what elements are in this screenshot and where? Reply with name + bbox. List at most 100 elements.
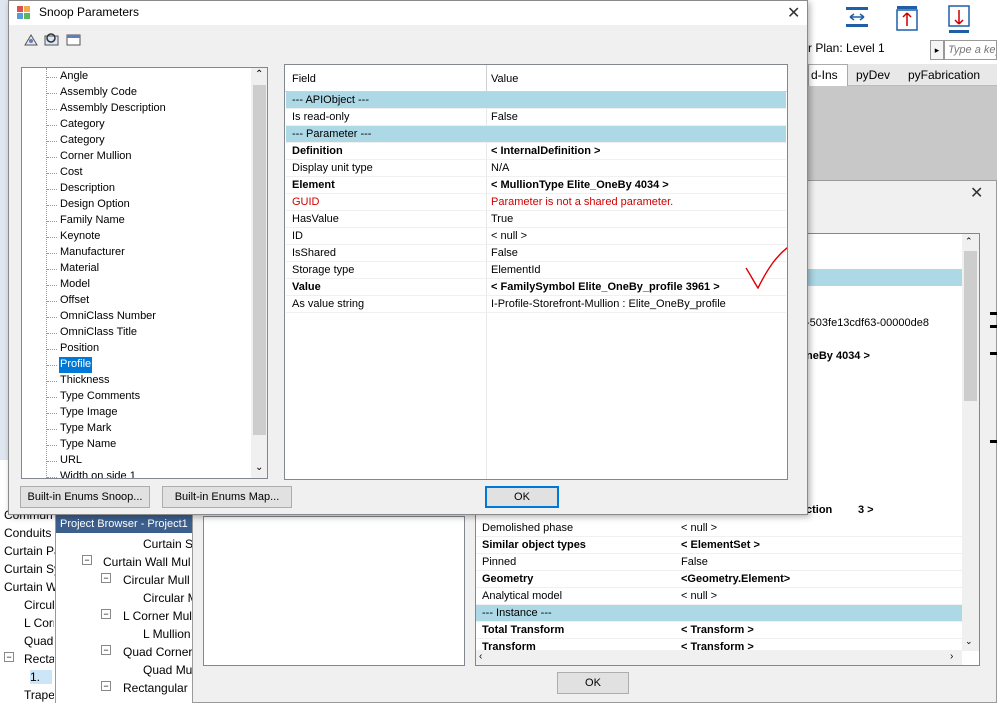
collapse-icon[interactable]: −: [101, 645, 111, 655]
param-list-item[interactable]: Position: [59, 341, 100, 357]
tab-addins[interactable]: d-Ins: [808, 64, 848, 86]
param-list-item[interactable]: Corner Mullion: [59, 149, 133, 165]
param-list-item[interactable]: Description: [59, 181, 116, 197]
snoop-view-icon[interactable]: [66, 33, 82, 47]
table-row[interactable]: Value < FamilySymbol Elite_OneBy_profile …: [286, 279, 786, 296]
param-list-item[interactable]: Angle: [59, 69, 89, 85]
table-row[interactable]: Transform < Transform >: [476, 639, 962, 651]
table-row[interactable]: Total Transform < Transform >: [476, 622, 962, 639]
table-row[interactable]: Definition < InternalDefinition >: [286, 143, 786, 160]
table-row[interactable]: --- Parameter ---: [286, 126, 786, 143]
column-divider[interactable]: [486, 65, 487, 92]
param-list-item[interactable]: Offset: [59, 293, 90, 309]
table-row[interactable]: ID < null >: [286, 228, 786, 245]
list-item[interactable]: Trapez: [24, 688, 54, 702]
column-header-field[interactable]: Field: [292, 73, 316, 85]
list-item[interactable]: Quad: [24, 634, 54, 648]
param-list-behind[interactable]: [203, 516, 465, 666]
tree-item[interactable]: L Mullion: [143, 627, 191, 641]
table-row[interactable]: Pinned False: [476, 554, 962, 571]
params-grid[interactable]: Field Value As value string I-Profile-Sto…: [284, 64, 788, 480]
list-item[interactable]: Recta: [24, 652, 54, 666]
scroll-down-icon[interactable]: ⌄: [255, 462, 263, 473]
scrollbar-thumb[interactable]: [964, 251, 977, 401]
table-row[interactable]: Is read-only False: [286, 109, 786, 126]
vertical-scrollbar[interactable]: ⌃ ⌄: [962, 234, 979, 651]
table-row[interactable]: Display unit type N/A: [286, 160, 786, 177]
list-item[interactable]: Curtain W: [4, 580, 57, 594]
param-list-item[interactable]: Type Mark: [59, 421, 112, 437]
tree-item[interactable]: Circular M: [143, 591, 198, 605]
collapse-icon[interactable]: −: [101, 573, 111, 583]
table-row[interactable]: Similar object types < ElementSet >: [476, 537, 962, 554]
builtin-enums-snoop-button[interactable]: Built-in Enums Snoop...: [20, 486, 150, 508]
table-row[interactable]: Geometry <Geometry.Element>: [476, 571, 962, 588]
tree-item[interactable]: Curtain S: [143, 537, 193, 551]
table-row[interactable]: Demolished phase < null >: [476, 520, 962, 537]
param-list-item[interactable]: Type Image: [59, 405, 118, 421]
param-list-item[interactable]: Category: [59, 117, 106, 133]
list-item[interactable]: 1.: [30, 670, 52, 684]
table-row[interactable]: Storage type ElementId: [286, 262, 786, 279]
table-row[interactable]: --- APIObject ---: [286, 92, 786, 109]
list-item[interactable]: Curtain Sy: [4, 562, 60, 576]
param-list-item[interactable]: Assembly Code: [59, 85, 138, 101]
move-up-icon[interactable]: [894, 4, 920, 34]
builtin-enums-map-button[interactable]: Built-in Enums Map...: [162, 486, 292, 508]
collapse-icon[interactable]: −: [101, 681, 111, 691]
param-list-item[interactable]: Thickness: [59, 373, 111, 389]
snoop-pick-icon[interactable]: [44, 32, 60, 46]
list-item[interactable]: Circul: [24, 598, 54, 612]
tree-item[interactable]: L Corner Mul: [123, 609, 192, 623]
table-row[interactable]: GUID Parameter is not a shared parameter.: [286, 194, 786, 211]
param-list-item[interactable]: Cost: [59, 165, 84, 181]
list-item[interactable]: L Corn: [24, 616, 54, 630]
table-row[interactable]: --- Instance ---: [476, 605, 962, 622]
scroll-down-icon[interactable]: ⌄: [965, 636, 973, 647]
tree-item[interactable]: Circular Mull: [123, 573, 190, 587]
tree-item[interactable]: Quad Corner: [123, 645, 192, 659]
param-list-item[interactable]: Assembly Description: [59, 101, 167, 117]
align-icon[interactable]: [844, 4, 870, 32]
collapse-icon[interactable]: −: [101, 609, 111, 619]
param-list-item[interactable]: Type Name: [59, 437, 117, 453]
table-row[interactable]: IsShared False: [286, 245, 786, 262]
param-list-item[interactable]: Type Comments: [59, 389, 141, 405]
ok-button-behind[interactable]: OK: [557, 672, 629, 694]
param-list-item[interactable]: OmniClass Number: [59, 309, 157, 325]
collapse-icon[interactable]: −: [4, 652, 14, 662]
param-list-item[interactable]: Model: [59, 277, 91, 293]
scroll-left-icon[interactable]: ‹: [479, 651, 482, 662]
expand-arrow-icon[interactable]: ▸: [930, 40, 944, 60]
collapse-icon[interactable]: −: [82, 555, 92, 565]
param-list-item[interactable]: Family Name: [59, 213, 126, 229]
tree-item[interactable]: Curtain Wall Mul: [103, 555, 191, 569]
snoop-db-icon[interactable]: [23, 33, 39, 47]
scroll-up-icon[interactable]: ⌃: [965, 236, 973, 247]
scrollbar-thumb[interactable]: [253, 85, 266, 435]
param-list-item[interactable]: Category: [59, 133, 106, 149]
param-list-item[interactable]: OmniClass Title: [59, 325, 138, 341]
param-list-item[interactable]: Manufacturer: [59, 245, 126, 261]
param-list-item[interactable]: Width on side 1: [59, 469, 137, 478]
tab-pyfabrication[interactable]: pyFabrication: [908, 68, 980, 82]
scroll-up-icon[interactable]: ⌃: [255, 69, 263, 80]
scroll-right-icon[interactable]: ›: [950, 651, 953, 662]
table-row[interactable]: HasValue True: [286, 211, 786, 228]
table-row[interactable]: Element < MullionType Elite_OneBy 4034 >: [286, 177, 786, 194]
ok-button[interactable]: OK: [485, 486, 559, 508]
param-list-item[interactable]: Material: [59, 261, 100, 277]
vertical-scrollbar[interactable]: ⌃ ⌄: [251, 68, 267, 478]
table-row[interactable]: Analytical model < null >: [476, 588, 962, 605]
table-row[interactable]: As value string I-Profile-Storefront-Mull…: [286, 296, 786, 313]
tree-item[interactable]: Quad Mu: [143, 663, 192, 677]
move-down-icon[interactable]: [946, 4, 976, 36]
param-list-item[interactable]: URL: [59, 453, 83, 469]
tree-item[interactable]: Rectangular: [123, 681, 188, 695]
param-listbox[interactable]: Width on side 1 URL Type Name Type Mark Type…: [21, 67, 268, 479]
close-icon[interactable]: ✕: [970, 183, 983, 203]
close-icon[interactable]: ✕: [787, 3, 800, 23]
list-item[interactable]: Conduits: [4, 526, 51, 540]
horizontal-scrollbar[interactable]: ‹ ›: [476, 651, 962, 665]
param-list-item[interactable]: Keynote: [59, 229, 101, 245]
